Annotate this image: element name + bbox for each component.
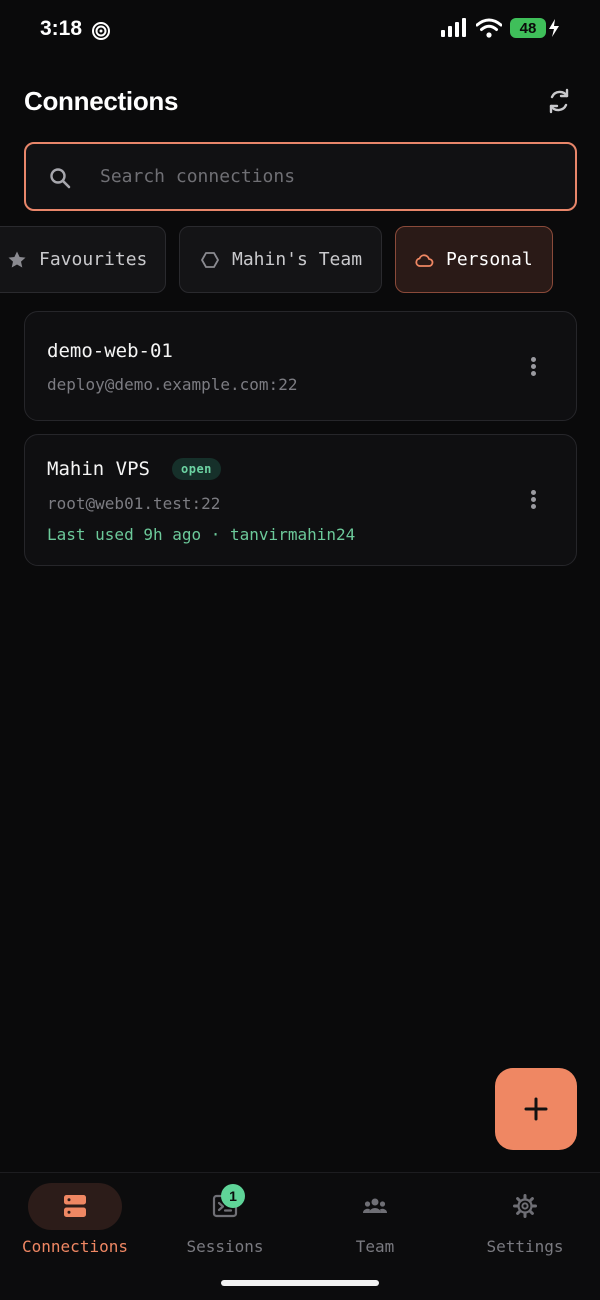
focus-icon [92,22,110,40]
nav-team[interactable]: Team [300,1173,450,1273]
connection-name: Mahin VPS [47,458,150,480]
filter-chip-label: Favourites [39,249,148,270]
sync-icon[interactable] [544,86,574,116]
more-options-icon[interactable] [526,488,540,512]
cloud-icon [415,253,434,267]
battery-indicator: 48 [510,18,560,38]
status-bar: 3:18 48 [0,0,600,62]
nav-label: Team [355,1237,395,1256]
search-input[interactable] [100,144,560,209]
status-time: 3:18 [40,17,83,40]
people-icon [362,1198,388,1213]
nav-label: Settings [486,1237,564,1256]
connection-address: deploy@demo.example.com:22 [47,375,298,394]
nav-settings[interactable]: Settings [450,1173,600,1273]
search-box[interactable] [24,142,577,211]
battery-level: 48 [519,19,537,37]
filter-chip-favourites[interactable]: Favourites [0,226,166,293]
connection-name: demo-web-01 [47,340,173,362]
battery-icon: 48 [510,18,546,38]
filter-chip-team[interactable]: Mahin's Team [179,226,382,293]
home-indicator [221,1280,379,1286]
filter-chips: Favourites Mahin's Team Personal [0,226,600,294]
nav-label: Sessions [186,1237,264,1256]
connection-address: root@web01.test:22 [47,494,221,513]
hexagon-icon [201,251,219,268]
add-connection-button[interactable] [495,1068,577,1150]
nav-sessions[interactable]: 1 Sessions [150,1173,300,1273]
nav-connections[interactable]: Connections [0,1173,150,1273]
filter-chip-personal[interactable]: Personal [395,226,553,293]
connection-card[interactable]: demo-web-01 deploy@demo.example.com:22 [24,311,577,421]
status-badge: open [172,458,221,480]
filter-chip-label: Mahin's Team [232,249,363,270]
nav-label: Connections [22,1237,128,1256]
more-options-icon[interactable] [526,355,540,379]
charging-icon [549,19,559,37]
star-icon [8,251,26,267]
sessions-count-badge: 1 [221,1184,245,1208]
filter-chip-label: Personal [446,249,533,270]
search-icon [50,168,71,189]
page-title: Connections [24,86,179,116]
gear-icon [513,1194,537,1218]
server-icon [64,1195,86,1217]
connection-card[interactable]: Mahin VPS open root@web01.test:22 Last u… [24,434,577,566]
plus-icon [524,1097,548,1121]
signal-icon [441,18,466,37]
wifi-icon [476,18,502,38]
connection-last-used: Last used 9h ago · tanvirmahin24 [47,525,356,544]
